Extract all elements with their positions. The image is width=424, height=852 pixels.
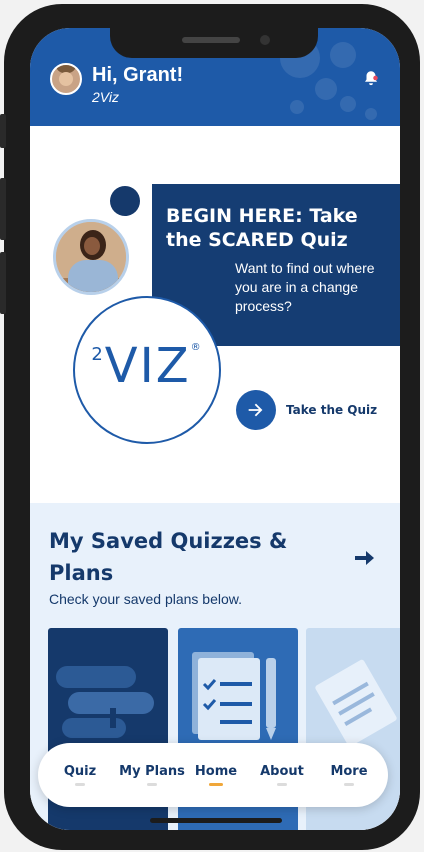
logo-prefix: 2 xyxy=(91,344,105,365)
logo-text: VIZ xyxy=(104,338,191,394)
tab-more[interactable]: More xyxy=(322,743,376,807)
tab-about[interactable]: About xyxy=(252,743,312,807)
2viz-logo: 2VIZ® xyxy=(73,296,221,444)
decorative-dot xyxy=(110,186,140,216)
app-screen: Hi, Grant! 2Viz BEGIN HERE: Take the SCA… xyxy=(30,28,400,830)
registered-mark-icon: ® xyxy=(190,342,203,353)
bottom-tab-bar: Quiz My Plans Home About More xyxy=(38,743,388,807)
quiz-promo-title: BEGIN HERE: Take the SCARED Quiz xyxy=(166,205,358,251)
quiz-promo-description: Want to find out where you are in a chan… xyxy=(235,260,375,314)
take-quiz-button[interactable]: Take the Quiz xyxy=(236,390,377,430)
logo-wordmark: 2VIZ® xyxy=(75,338,219,394)
take-quiz-label: Take the Quiz xyxy=(286,403,378,417)
bell-icon[interactable] xyxy=(362,69,380,87)
saved-plans-subtitle: Check your saved plans below. xyxy=(49,591,242,607)
user-avatar[interactable] xyxy=(50,63,82,95)
tab-active-indicator xyxy=(209,783,223,786)
header-bubble xyxy=(365,108,377,120)
header-bubble xyxy=(340,96,356,112)
tab-more-label: More xyxy=(330,764,368,779)
student-photo xyxy=(53,219,129,295)
header-bubble xyxy=(315,78,337,100)
tab-about-label: About xyxy=(260,764,304,779)
header-bubble xyxy=(330,42,356,68)
saved-plans-title: My Saved Quizzes & Plans xyxy=(49,529,288,585)
phone-volume-up xyxy=(0,178,6,240)
phone-volume-down xyxy=(0,252,6,314)
tab-home-label: Home xyxy=(194,764,238,779)
tab-my-plans[interactable]: My Plans xyxy=(112,743,192,807)
quiz-promo-section: BEGIN HERE: Take the SCARED Quiz Want to… xyxy=(30,126,400,503)
tab-indicator xyxy=(147,783,157,786)
tab-indicator xyxy=(75,783,85,786)
phone-notch xyxy=(110,28,318,58)
home-indicator[interactable] xyxy=(150,818,282,823)
tab-quiz-label: Quiz xyxy=(63,764,97,779)
tab-indicator xyxy=(277,783,287,786)
arrow-right-icon xyxy=(236,390,276,430)
tab-indicator xyxy=(344,783,354,786)
tab-quiz[interactable]: Quiz xyxy=(52,743,108,807)
greeting-text: Hi, Grant! xyxy=(92,64,184,86)
header-bubble xyxy=(290,100,304,114)
phone-mute-switch xyxy=(0,114,6,148)
app-subtitle: 2Viz xyxy=(92,89,119,105)
tab-my-plans-label: My Plans xyxy=(119,764,185,779)
arrow-right-icon[interactable] xyxy=(352,546,376,570)
tab-home[interactable]: Home xyxy=(188,743,244,807)
